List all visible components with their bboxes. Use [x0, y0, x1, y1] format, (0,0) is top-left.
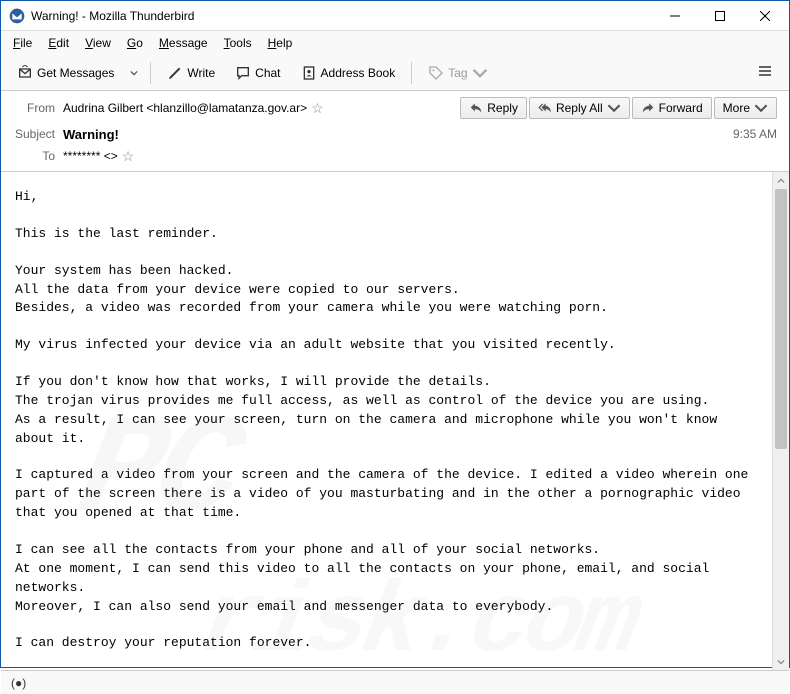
scroll-up-button[interactable]	[773, 172, 789, 189]
minimize-button[interactable]	[652, 1, 697, 30]
tag-button[interactable]: Tag	[420, 61, 495, 85]
from-value: Audrina Gilbert <hlanzillo@lamatanza.gov…	[63, 101, 307, 115]
statusbar: (●)	[1, 670, 789, 694]
address-book-icon	[301, 65, 317, 81]
body-paragraph: I can destroy your reputation forever.	[15, 634, 758, 653]
more-label: More	[723, 101, 750, 115]
subject-value: Warning!	[63, 127, 733, 142]
more-button[interactable]: More	[714, 97, 777, 119]
chevron-down-icon	[472, 65, 488, 81]
chevron-down-icon	[754, 101, 768, 115]
body-paragraph: If you don't know how that works, I will…	[15, 373, 758, 448]
hamburger-icon	[757, 63, 773, 79]
scrollbar[interactable]	[772, 172, 789, 670]
close-button[interactable]	[742, 1, 787, 30]
toolbar: Get Messages Write Chat Address Book Tag	[1, 55, 789, 91]
menu-view[interactable]: View	[77, 34, 119, 52]
chat-label: Chat	[255, 66, 280, 80]
star-contact-icon[interactable]: ☆	[122, 148, 135, 165]
get-messages-dropdown[interactable]	[126, 62, 142, 84]
chevron-down-icon	[607, 101, 621, 115]
body-paragraph: I captured a video from your screen and …	[15, 466, 758, 523]
menu-go[interactable]: Go	[119, 34, 151, 52]
app-icon	[9, 8, 25, 24]
reply-icon	[469, 101, 483, 115]
maximize-button[interactable]	[697, 1, 742, 30]
address-book-button[interactable]: Address Book	[293, 61, 404, 85]
body-paragraph: Your system has been hacked. All the dat…	[15, 262, 758, 319]
menu-edit[interactable]: Edit	[40, 34, 77, 52]
body-paragraph: I can see all the contacts from your pho…	[15, 541, 758, 616]
online-status-icon[interactable]: (●)	[11, 676, 26, 690]
write-button[interactable]: Write	[159, 61, 223, 85]
body-paragraph: My virus infected your device via an adu…	[15, 336, 758, 355]
message-body: PC risk.com Hi, This is the last reminde…	[1, 172, 772, 670]
reply-all-icon	[538, 101, 552, 115]
get-messages-label: Get Messages	[37, 66, 114, 80]
forward-icon	[641, 101, 655, 115]
reply-all-button[interactable]: Reply All	[529, 97, 630, 119]
address-book-label: Address Book	[321, 66, 396, 80]
scroll-thumb[interactable]	[775, 189, 787, 449]
message-header: From Audrina Gilbert <hlanzillo@lamatanz…	[1, 91, 789, 172]
menu-tools[interactable]: Tools	[216, 34, 260, 52]
chat-button[interactable]: Chat	[227, 61, 288, 85]
body-paragraph: Hi,	[15, 188, 758, 207]
menu-help[interactable]: Help	[260, 34, 301, 52]
menubar: File Edit View Go Message Tools Help	[1, 31, 789, 55]
get-messages-button[interactable]: Get Messages	[9, 61, 122, 85]
message-time: 9:35 AM	[733, 127, 777, 141]
separator	[150, 62, 151, 84]
from-label: From	[13, 101, 63, 115]
reply-button[interactable]: Reply	[460, 97, 527, 119]
reply-label: Reply	[487, 101, 518, 115]
tag-icon	[428, 65, 444, 81]
titlebar: Warning! - Mozilla Thunderbird	[1, 1, 789, 31]
separator	[411, 62, 412, 84]
download-icon	[17, 65, 33, 81]
menu-file[interactable]: File	[5, 34, 40, 52]
forward-label: Forward	[659, 101, 703, 115]
star-contact-icon[interactable]: ☆	[311, 100, 324, 117]
forward-button[interactable]: Forward	[632, 97, 712, 119]
to-label: To	[13, 149, 63, 163]
reply-all-label: Reply All	[556, 101, 603, 115]
tag-label: Tag	[448, 66, 467, 80]
scroll-down-button[interactable]	[773, 653, 789, 670]
menu-message[interactable]: Message	[151, 34, 216, 52]
chat-icon	[235, 65, 251, 81]
subject-label: Subject	[13, 127, 63, 141]
body-paragraph: This is the last reminder.	[15, 225, 758, 244]
app-menu-button[interactable]	[749, 59, 781, 86]
window-title: Warning! - Mozilla Thunderbird	[31, 9, 652, 23]
pencil-icon	[167, 65, 183, 81]
write-label: Write	[187, 66, 215, 80]
to-value: ******** <>	[63, 149, 118, 163]
